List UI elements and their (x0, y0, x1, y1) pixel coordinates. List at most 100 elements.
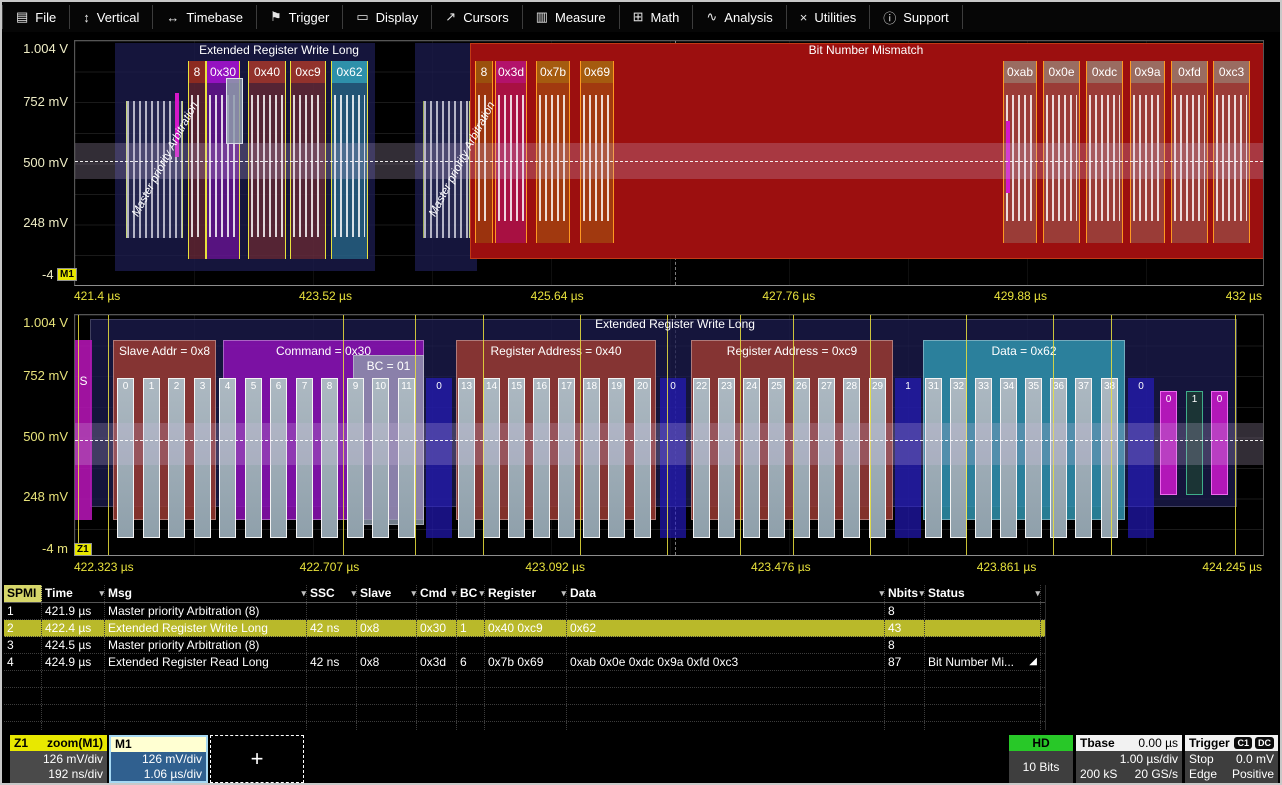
byte-label: 0x3d (496, 61, 526, 83)
menu-analysis[interactable]: ∿Analysis (693, 5, 786, 29)
trigger-box[interactable]: Trigger C1 DC Stop 0.0 mV Edge Positive (1185, 735, 1278, 783)
y-axis-label: 1.004 V (2, 316, 68, 330)
cell-nbits: 8 (885, 637, 925, 653)
table-row[interactable]: 2422.4 µsExtended Register Write Long42 … (4, 620, 1045, 637)
menu-label: Display (376, 10, 419, 25)
cell-empty (567, 688, 885, 704)
cell-empty (42, 671, 105, 687)
cell-msg: Extended Register Read Long (105, 654, 307, 670)
table-row-empty (4, 688, 1045, 705)
cell-nbits: 43 (885, 620, 925, 636)
hd-mode-box[interactable]: HD 10 Bits (1009, 735, 1073, 783)
table-row-empty (4, 705, 1045, 722)
cell-status (925, 637, 1041, 653)
column-header-msg[interactable]: Msg▾ (105, 585, 307, 602)
menu-vertical[interactable]: ↕Vertical (70, 5, 153, 29)
cell-empty (105, 705, 307, 721)
cell-empty (357, 688, 417, 704)
graph2-plot-area[interactable]: Extended Register Write Long SSlave Addr… (74, 314, 1264, 556)
cell-status (925, 603, 1041, 619)
cell-msg: Extended Register Write Long (105, 620, 307, 636)
table-header-row: SPMITime▾Msg▾SSC▾Slave▾Cmd▾BC▾Register▾D… (4, 585, 1045, 603)
column-header-cmd[interactable]: Cmd▾ (417, 585, 457, 602)
cell-nbits: 8 (885, 603, 925, 619)
table-row[interactable]: 3424.5 µsMaster priority Arbitration (8)… (4, 637, 1045, 654)
column-header-nbits[interactable]: Nbits▾ (885, 585, 925, 602)
field-label: Register Address = 0x40 (457, 344, 655, 358)
cell-empty (4, 705, 42, 721)
z1-mode: zoom(M1) (47, 735, 103, 751)
cell-empty (457, 671, 485, 687)
cell-empty (357, 705, 417, 721)
add-trace-button[interactable]: + (210, 735, 304, 783)
byte-label: 0x0e (1044, 61, 1079, 83)
column-header-data[interactable]: Data▾ (567, 585, 885, 602)
hd-bits: 10 Bits (1023, 760, 1060, 775)
m1-trace-badge[interactable]: M1 (57, 268, 77, 281)
menu-label: Math (650, 10, 679, 25)
byte-label: 0xc9 (291, 61, 325, 83)
column-header-ssc[interactable]: SSC▾ (307, 585, 357, 602)
z1-trace-badge[interactable]: Z1 (74, 543, 92, 556)
cell-status (925, 620, 1041, 636)
y-axis-label: -4 m (2, 542, 68, 556)
cell-empty (4, 671, 42, 687)
timebase-box[interactable]: Tbase 0.00 µs 1.00 µs/div 200 kS 20 GS/s (1076, 735, 1182, 783)
column-header-slave[interactable]: Slave▾ (357, 585, 417, 602)
menu-file[interactable]: ▤File (2, 5, 70, 29)
byte-label: 0x40 (249, 61, 285, 83)
z1-descriptor-box[interactable]: Z1 zoom(M1) 126 mV/div 192 ns/div (10, 735, 107, 783)
sort-arrow-icon: ▾ (301, 585, 306, 602)
m1-id: M1 (115, 737, 132, 752)
bc-block (226, 78, 243, 144)
table-row[interactable]: 4424.9 µsExtended Register Read Long42 n… (4, 654, 1045, 671)
cell-register: 0x40 0xc9 (485, 620, 567, 636)
column-header-bc[interactable]: BC▾ (457, 585, 485, 602)
cell-empty (307, 705, 357, 721)
menu-utilities[interactable]: ×Utilities (787, 5, 871, 29)
cell-time: 424.5 µs (42, 637, 105, 653)
menu-timebase[interactable]: ↔Timebase (153, 5, 257, 29)
field-label: Data = 0x62 (924, 344, 1124, 358)
menu-math[interactable]: ⊞ Math (620, 5, 694, 29)
menu-display[interactable]: ▭Display (343, 5, 432, 29)
cell-empty (105, 671, 307, 687)
x-axis-label: 429.88 µs (994, 288, 1047, 304)
cell-cmd (417, 637, 457, 653)
m1-hscale: 1.06 µs/div (144, 767, 202, 782)
x-axis-label: 422.707 µs (300, 559, 360, 575)
column-header-status[interactable]: Status▾ (925, 585, 1041, 602)
x-axis-label: 423.861 µs (977, 559, 1037, 575)
sort-arrow-icon: ▾ (479, 585, 484, 602)
byte-label: 8 (476, 61, 492, 83)
cell-slave (357, 603, 417, 619)
expand-status-icon[interactable]: ◢ (1029, 654, 1037, 670)
menu-trigger[interactable]: ⚑Trigger (257, 5, 343, 29)
m1-vscale: 126 mV/div (142, 752, 202, 767)
graph1-plot-area[interactable]: Extended Register Write Long Bit Number … (74, 40, 1264, 286)
menu-support[interactable]: ⓘSupport (870, 5, 963, 29)
cell-empty (457, 688, 485, 704)
table-corner-spmi[interactable]: SPMI (4, 585, 42, 602)
z1-id: Z1 (14, 735, 28, 751)
y-axis-label: 500 mV (2, 156, 68, 170)
column-header-time[interactable]: Time▾ (42, 585, 105, 602)
trigger-source-badge: C1 (1234, 737, 1252, 749)
cell-data (567, 603, 885, 619)
cell-empty (485, 688, 567, 704)
byte-label: 0x62 (332, 61, 367, 83)
table-row[interactable]: 1421.9 µsMaster priority Arbitration (8)… (4, 603, 1045, 620)
menu-cursors[interactable]: ↗Cursors (432, 5, 522, 29)
math-icon: ⊞ (633, 9, 644, 25)
menu-measure[interactable]: ▥Measure (523, 5, 620, 29)
cell-cmd: 0x30 (417, 620, 457, 636)
row-index: 4 (4, 654, 42, 670)
column-header-register[interactable]: Register▾ (485, 585, 567, 602)
cell-data: 0x62 (567, 620, 885, 636)
m1-descriptor-box[interactable]: M1 126 mV/div 1.06 µs/div (109, 735, 208, 783)
trigger-level: 0.0 mV (1236, 752, 1274, 767)
cell-cmd (417, 603, 457, 619)
menu-label: Utilities (814, 10, 856, 25)
cell-slave: 0x8 (357, 654, 417, 670)
cell-time: 424.9 µs (42, 654, 105, 670)
